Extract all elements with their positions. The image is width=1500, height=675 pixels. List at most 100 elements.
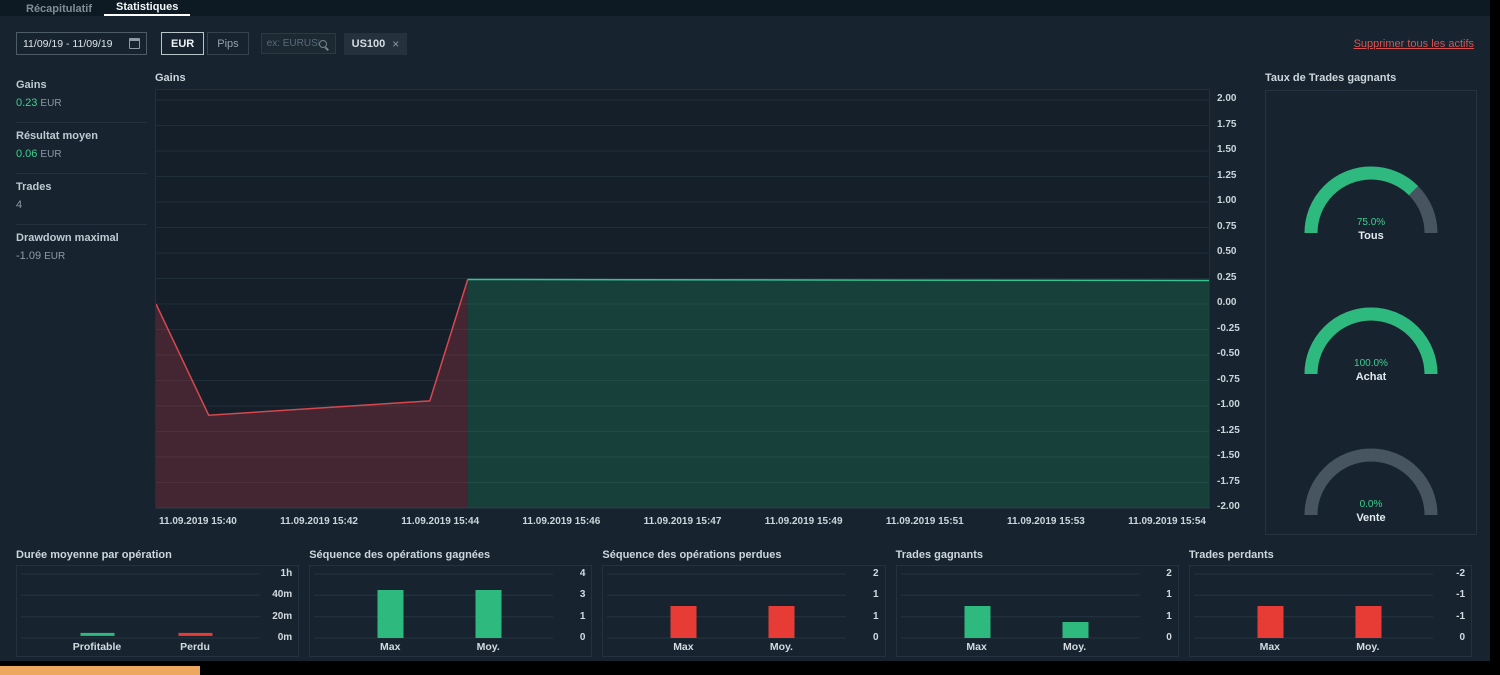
- y-axis-label: 0.00: [1217, 297, 1237, 308]
- axis-tick-label: -2: [1456, 568, 1466, 579]
- bottom-left-orange-strip: [0, 666, 200, 675]
- category-label: Moy.: [769, 641, 793, 653]
- unit-toggle-group: EUR Pips: [161, 32, 249, 55]
- axis-tick-label: 0: [1459, 632, 1466, 643]
- panel-chart-box: 1h 40m 20m 0m Profitable Perdu: [16, 565, 300, 657]
- date-range-picker[interactable]: 11/09/19 - 11/09/19: [16, 32, 147, 55]
- gauge-vente: 0.0% Vente: [1286, 429, 1456, 524]
- category-label: Max: [673, 641, 694, 653]
- y-axis-label: -1.00: [1217, 399, 1240, 410]
- symbol-search: [260, 33, 336, 54]
- axis-tick-label: 1h: [280, 568, 293, 579]
- y-axis-label: 0.25: [1217, 272, 1237, 283]
- category-label: Moy.: [476, 641, 500, 653]
- gauge-label: Vente: [1356, 512, 1386, 524]
- summary-stat: Trades 4: [16, 174, 147, 225]
- gains-y-axis: 2.00 1.75 1.50 1.25 1.00 0.75 0.50 0.25 0.00 -0.2…: [1210, 89, 1248, 512]
- panel-loss-streak: Séquence des opérations perdues 2 1 1 0 Max M…: [602, 549, 886, 657]
- axis-tick-label: 1: [873, 611, 879, 622]
- asset-tag-us100[interactable]: US100 ×: [343, 32, 408, 55]
- unit-button-eur[interactable]: EUR: [161, 32, 205, 55]
- x-axis-label: 11.09.2019 15:49: [764, 516, 843, 527]
- y-axis-label: 2.00: [1217, 93, 1237, 104]
- axis-tick-label: 1: [1166, 611, 1172, 622]
- axis-tick-label: 1: [873, 589, 879, 600]
- filter-toolbar: 11/09/19 - 11/09/19 EUR Pips US100 × Sup…: [16, 31, 1474, 56]
- stat-label: Trades: [16, 181, 52, 193]
- panel-title: Séquence des opérations perdues: [602, 549, 782, 561]
- axis-tick-label: 0m: [277, 632, 293, 643]
- stat-value: 4: [16, 199, 23, 211]
- panel-title: Trades perdants: [1188, 549, 1274, 561]
- y-axis-label: 1.75: [1217, 119, 1237, 130]
- category-label: Moy.: [1356, 641, 1380, 653]
- stat-value: 0.06 EUR: [16, 148, 62, 160]
- remove-all-assets-link[interactable]: Supprimer tous les actifs: [1354, 38, 1474, 50]
- y-axis-label: -2.00: [1217, 501, 1240, 512]
- summary-stat: Drawdown maximal -1.09 EUR: [16, 225, 147, 275]
- stat-label: Drawdown maximal: [16, 232, 119, 244]
- remove-tag-icon[interactable]: ×: [392, 37, 399, 51]
- stat-label: Résultat moyen: [16, 130, 98, 142]
- category-label: Max: [1259, 641, 1281, 653]
- panel-win-streak: Séquence des opérations gagnées 4 3 1 0 Max M…: [309, 549, 593, 657]
- date-range-value: 11/09/19 - 11/09/19: [23, 37, 113, 50]
- axis-tick-label: 1: [579, 611, 586, 622]
- gains-chart-svg: [156, 99, 1209, 508]
- win-rate-panel: Taux de Trades gagnants 75.0% Tous 100.0…: [1265, 72, 1477, 535]
- x-axis-label: 11.09.2019 15:42: [280, 516, 358, 527]
- statistics-dashboard: Récapitulatif Statistiques 11/09/19 - 11…: [0, 0, 1490, 661]
- axis-tick-label: 4: [579, 568, 586, 579]
- y-axis-label: -1.50: [1217, 450, 1240, 461]
- gauge-value: 0.0%: [1359, 499, 1383, 510]
- calendar-icon: [129, 38, 140, 49]
- tab-recapitulatif[interactable]: Récapitulatif: [14, 1, 104, 16]
- stat-value: -1.09 EUR: [16, 250, 66, 262]
- y-axis-label: 1.00: [1217, 195, 1237, 206]
- tab-statistiques[interactable]: Statistiques: [104, 0, 191, 16]
- stat-value: 0.23 EUR: [16, 97, 62, 109]
- axis-tick-label: 2: [1166, 568, 1172, 579]
- axis-tick-label: -1: [1456, 589, 1466, 600]
- gauge-value: 100.0%: [1354, 358, 1388, 369]
- category-label: Perdu: [180, 641, 210, 653]
- y-axis-label: 0.75: [1217, 221, 1237, 232]
- y-axis-label: -0.25: [1217, 323, 1240, 334]
- tab-bar: Récapitulatif Statistiques: [0, 0, 1490, 16]
- summary-stat: Résultat moyen 0.06 EUR: [16, 123, 147, 174]
- asset-tag-label: US100: [351, 37, 386, 50]
- gains-plot-area: [155, 89, 1210, 509]
- axis-tick-label: 1: [1166, 589, 1172, 600]
- category-label: Max: [379, 641, 401, 653]
- gauge-achat: 100.0% Achat: [1286, 288, 1456, 383]
- y-axis-label: 0.50: [1217, 246, 1237, 257]
- search-icon: [318, 39, 327, 48]
- x-axis-label: 11.09.2019 15:40: [159, 516, 237, 527]
- panel-chart-box: 2 1 1 0 Max Moy.: [895, 565, 1179, 657]
- summary-stats-column: Gains 0.23 EUR Résultat moyen 0.06 EUR Tra…: [16, 72, 147, 275]
- x-axis-label: 11.09.2019 15:53: [1006, 516, 1085, 527]
- y-axis-label: 1.25: [1217, 170, 1237, 181]
- panel-title: Séquence des opérations gagnées: [309, 549, 491, 561]
- gains-chart-panel: Gains 2.00 1.75 1.50 1.25 1.00 0.75 0.50 0.25 0.…: [155, 72, 1248, 527]
- panel-avg-duration: Durée moyenne par opération 1h 40m 20m 0m Pr…: [16, 549, 300, 657]
- panel-title: Trades gagnants: [895, 549, 984, 561]
- category-label: Max: [966, 641, 987, 653]
- gauge-label: Achat: [1355, 371, 1387, 383]
- gauge-tous: 75.0% Tous: [1286, 147, 1456, 242]
- gains-plot-row: 2.00 1.75 1.50 1.25 1.00 0.75 0.50 0.25 0.00 -0.2…: [155, 89, 1248, 512]
- axis-tick-label: 2: [873, 568, 879, 579]
- axis-tick-label: 0: [579, 632, 586, 643]
- axis-tick-label: 3: [579, 589, 586, 600]
- gauge-label: Tous: [1358, 230, 1384, 242]
- gauge-value: 75.0%: [1356, 217, 1386, 228]
- axis-tick-label: 40m: [272, 589, 293, 600]
- category-label: Profitable: [72, 641, 122, 653]
- panel-title: Durée moyenne par opération: [16, 549, 172, 561]
- symbol-search-input[interactable]: [266, 38, 319, 49]
- axis-tick-label: 20m: [272, 611, 293, 622]
- unit-button-pips[interactable]: Pips: [207, 32, 249, 55]
- axis-tick-label: 0: [873, 632, 879, 643]
- axis-tick-label: 0: [1166, 632, 1172, 643]
- category-label: Moy.: [1063, 641, 1087, 653]
